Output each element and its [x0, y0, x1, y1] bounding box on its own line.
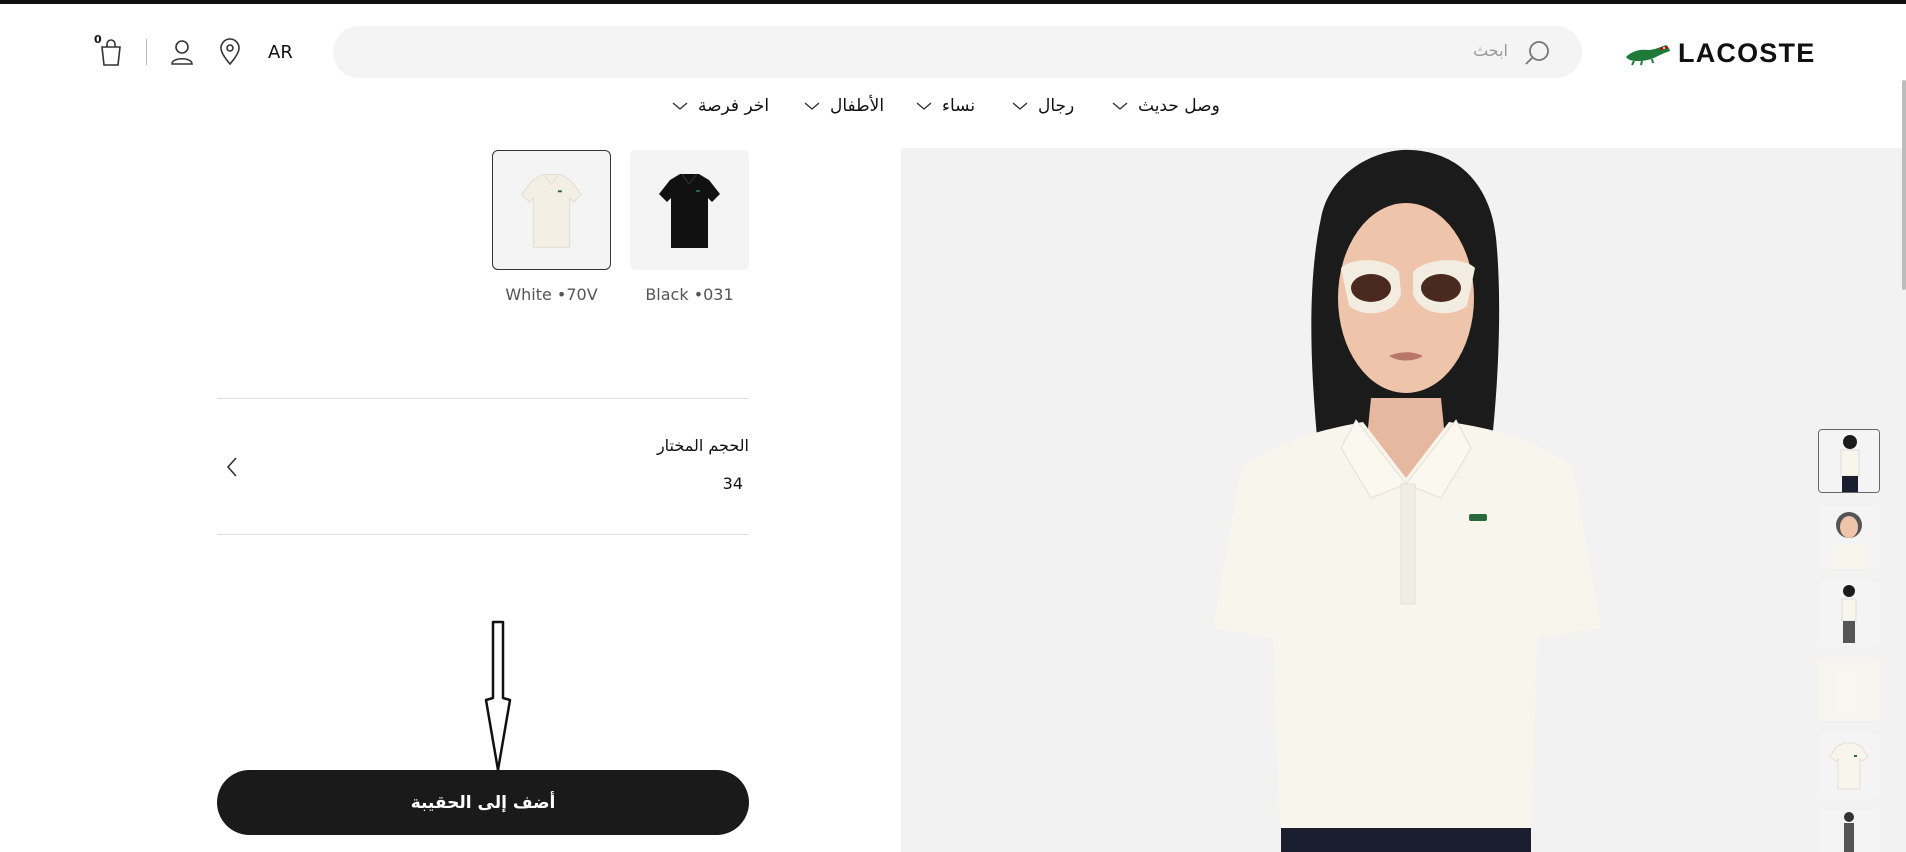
- chevron-down-icon: [672, 102, 688, 110]
- white-polo-thumbnail: [520, 174, 583, 248]
- nav-item-label: الأطفال: [830, 96, 885, 116]
- nav-item-kids[interactable]: الأطفال: [804, 96, 884, 116]
- search-placeholder: ابحث: [1473, 41, 1508, 60]
- bag-count-badge: 0: [94, 33, 102, 46]
- header-separator: [146, 39, 147, 65]
- nav-item-label: رجال: [1038, 96, 1075, 116]
- gallery-thumbnail[interactable]: [1818, 809, 1880, 852]
- black-polo-thumbnail: [659, 173, 720, 248]
- color-swatch-white[interactable]: [492, 150, 611, 270]
- nav-item-label: وصل حديث: [1138, 96, 1220, 116]
- thumbnail-flat-image: [1818, 733, 1880, 797]
- color-label-black: Black •031: [645, 285, 734, 304]
- lacoste-logo[interactable]: LACOSTE: [1624, 38, 1815, 69]
- gallery-thumbnail[interactable]: [1818, 733, 1880, 797]
- search-bar[interactable]: ابحث: [333, 26, 1582, 78]
- nav-item-label: نساء: [942, 96, 976, 116]
- nav-item-last-chance[interactable]: اخر فرصة: [672, 96, 769, 116]
- color-label-white: White •70V: [505, 285, 598, 304]
- chevron-down-icon: [916, 102, 932, 110]
- chevron-down-icon: [1012, 102, 1028, 110]
- divider: [217, 398, 749, 399]
- thumbnail-closeup-image: [1818, 505, 1880, 569]
- search-icon[interactable]: [1524, 39, 1552, 67]
- gallery-thumbnail[interactable]: [1818, 429, 1880, 493]
- thumbnail-front-image: [1819, 430, 1879, 492]
- scrollbar[interactable]: [1902, 80, 1906, 290]
- divider: [217, 534, 749, 535]
- add-to-bag-button[interactable]: أضف إلى الحقيبة: [217, 770, 749, 835]
- chevron-down-icon: [804, 102, 820, 110]
- gallery-thumbnail[interactable]: [1818, 505, 1880, 569]
- crocodile-logo-icon: [1626, 44, 1670, 65]
- chevron-left-icon: [226, 457, 237, 477]
- header-actions: 0: [94, 33, 245, 70]
- model-photo: [901, 148, 1906, 852]
- nav-item-men[interactable]: رجال: [1012, 96, 1074, 116]
- gallery-thumbnail[interactable]: [1818, 657, 1880, 721]
- thumbnail-fabric-image: [1818, 657, 1880, 721]
- thumbnail-side-image: [1818, 581, 1880, 645]
- logo-wordmark: LACOSTE: [1678, 38, 1816, 68]
- main-nav: وصل حديث رجال نساء الأطفال اخر فرصة: [0, 96, 1906, 126]
- annotation-arrow-icon: [484, 620, 512, 772]
- thumbnail-back-image: [1818, 809, 1880, 852]
- shopping-bag-button[interactable]: 0: [94, 33, 126, 67]
- nav-item-new-arrivals[interactable]: وصل حديث: [1112, 96, 1220, 116]
- color-swatch-black[interactable]: [630, 150, 749, 270]
- location-pin-icon[interactable]: [215, 37, 245, 67]
- user-icon[interactable]: [167, 37, 197, 67]
- size-title: الحجم المختار: [656, 436, 749, 455]
- site-header: LACOSTE ابحث 0 AR: [0, 4, 1906, 96]
- gallery-thumbnail[interactable]: [1818, 581, 1880, 645]
- nav-item-label: اخر فرصة: [698, 96, 770, 116]
- language-switcher[interactable]: AR: [268, 42, 293, 63]
- size-selector[interactable]: الحجم المختار 34: [217, 400, 749, 534]
- chevron-down-icon: [1112, 102, 1128, 110]
- size-value: 34: [722, 474, 743, 493]
- nav-item-women[interactable]: نساء: [916, 96, 975, 116]
- product-hero-image[interactable]: [901, 148, 1906, 852]
